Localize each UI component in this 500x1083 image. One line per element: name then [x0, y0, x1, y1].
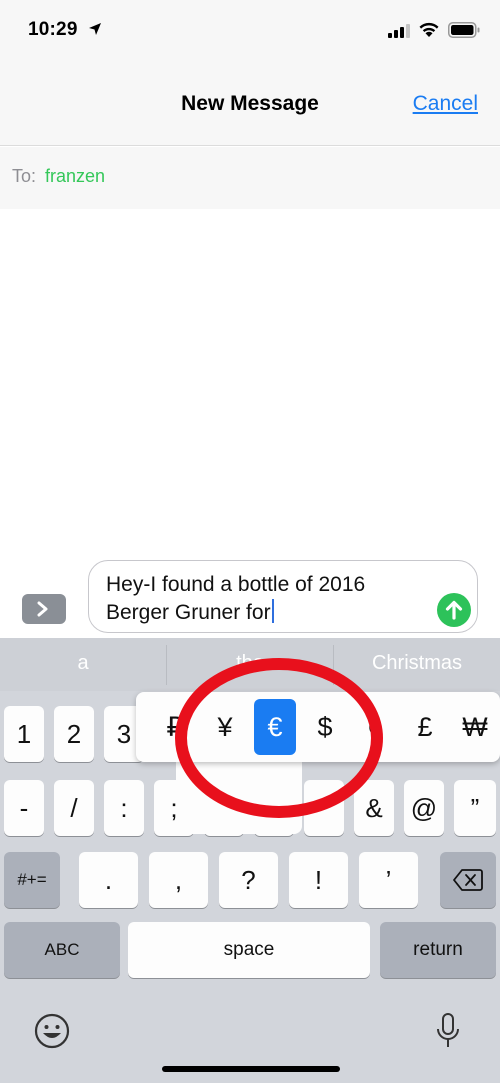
- key-apostrophe[interactable]: ’: [359, 852, 418, 908]
- key-exclaim[interactable]: !: [289, 852, 348, 908]
- key-comma[interactable]: ,: [149, 852, 208, 908]
- arrow-up-icon: [445, 600, 463, 620]
- space-key[interactable]: space: [128, 922, 370, 978]
- key-quote[interactable]: ”: [454, 780, 496, 836]
- emoji-icon[interactable]: [33, 1012, 71, 1050]
- battery-icon: [448, 22, 480, 38]
- key-colon[interactable]: :: [104, 780, 144, 836]
- message-line-1: Hey-I found a bottle of 2016: [106, 573, 366, 596]
- microphone-icon[interactable]: [435, 1012, 461, 1050]
- key-slash[interactable]: /: [54, 780, 94, 836]
- key-2[interactable]: 2: [54, 706, 94, 762]
- key-question[interactable]: ?: [219, 852, 278, 908]
- backspace-icon: [453, 869, 483, 891]
- cellular-signal-icon: [388, 24, 410, 38]
- key-1[interactable]: 1: [4, 706, 44, 762]
- cancel-button[interactable]: Cancel: [413, 92, 478, 116]
- key-more-symbols[interactable]: #+=: [4, 852, 60, 908]
- return-key[interactable]: return: [380, 922, 496, 978]
- message-line-2: Berger Gruner for: [106, 601, 271, 624]
- chevron-right-icon: [37, 601, 48, 617]
- text-cursor: [271, 599, 274, 623]
- key-at[interactable]: @: [404, 780, 444, 836]
- to-label: To:: [12, 166, 37, 186]
- key-abc[interactable]: ABC: [4, 922, 120, 978]
- message-input[interactable]: Hey-I found a bottle of 2016 Berger Grun…: [88, 560, 478, 633]
- location-arrow-icon: [89, 23, 101, 35]
- delete-key[interactable]: [440, 852, 496, 908]
- currency-won[interactable]: ₩: [453, 712, 497, 743]
- message-line-2-wrap: Berger Gruner for: [106, 599, 427, 627]
- home-indicator: [162, 1066, 340, 1072]
- key-period[interactable]: .: [79, 852, 138, 908]
- prediction-1[interactable]: a: [0, 652, 166, 675]
- recipient-row[interactable]: To: franzen: [0, 147, 500, 209]
- recipient-name[interactable]: franzen: [45, 166, 105, 187]
- currency-pound[interactable]: £: [403, 712, 447, 743]
- status-bar: 10:29: [0, 0, 500, 62]
- app-drawer-expand-button[interactable]: [22, 594, 66, 624]
- send-button[interactable]: [437, 593, 471, 627]
- annotation-circle: [175, 658, 383, 818]
- status-time: 10:29: [28, 19, 78, 40]
- wifi-icon: [419, 22, 439, 37]
- nav-bar: New Message Cancel: [0, 62, 500, 146]
- key-hyphen[interactable]: -: [4, 780, 44, 836]
